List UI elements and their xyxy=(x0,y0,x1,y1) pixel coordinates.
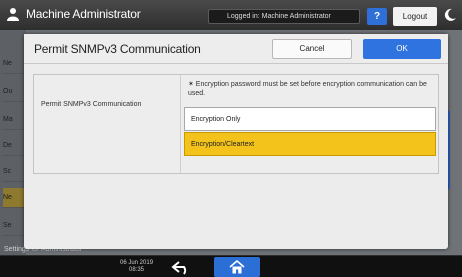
bg-menu-item: Se xyxy=(3,216,25,236)
bg-menu-item: Ne xyxy=(3,188,25,208)
bottom-bar: 06 Jun 2019 08:35 xyxy=(0,255,462,277)
bg-menu-item: Ne xyxy=(3,54,25,74)
option-encryption-cleartext[interactable]: Encryption/Cleartext xyxy=(184,132,436,156)
divider xyxy=(180,75,181,173)
background-side-menu: Ne Ou Ma De Sc Ne Se xyxy=(0,30,26,255)
dialog-title: Permit SNMPv3 Communication xyxy=(34,42,201,56)
back-arrow-icon[interactable] xyxy=(170,259,194,275)
window-title: Machine Administrator xyxy=(26,7,141,21)
home-icon xyxy=(229,260,245,274)
energy-saver-icon[interactable] xyxy=(443,8,457,22)
dialog-header: Permit SNMPv3 Communication Cancel OK xyxy=(24,34,448,64)
user-icon xyxy=(7,8,19,21)
title-bar: Machine Administrator Logged in: Machine… xyxy=(0,0,462,30)
ok-button[interactable]: OK xyxy=(363,39,441,59)
bg-menu-item: De xyxy=(3,136,25,156)
home-button[interactable] xyxy=(214,257,260,277)
logout-button[interactable]: Logout xyxy=(393,7,437,26)
setting-label: Permit SNMPv3 Communication xyxy=(41,101,142,108)
bg-menu-item: Ma xyxy=(3,110,25,130)
permit-snmpv3-dialog: Permit SNMPv3 Communication Cancel OK Pe… xyxy=(24,34,448,249)
help-button[interactable]: ? xyxy=(367,8,387,25)
cancel-button[interactable]: Cancel xyxy=(272,39,352,59)
date-text: 06 Jun 2019 xyxy=(120,260,154,266)
option-encryption-only[interactable]: Encryption Only xyxy=(184,107,436,131)
bg-menu-item: Ou xyxy=(3,82,25,102)
date-time: 06 Jun 2019 08:35 xyxy=(120,260,153,274)
login-status: Logged in: Machine Administrator xyxy=(208,9,360,24)
encryption-note: ✶ Encryption password must be set before… xyxy=(188,81,427,97)
setting-row: Permit SNMPv3 Communication ✶ Encryption… xyxy=(33,74,439,174)
time-text: 08:35 xyxy=(129,267,145,273)
bg-menu-item: Sc xyxy=(3,162,25,182)
